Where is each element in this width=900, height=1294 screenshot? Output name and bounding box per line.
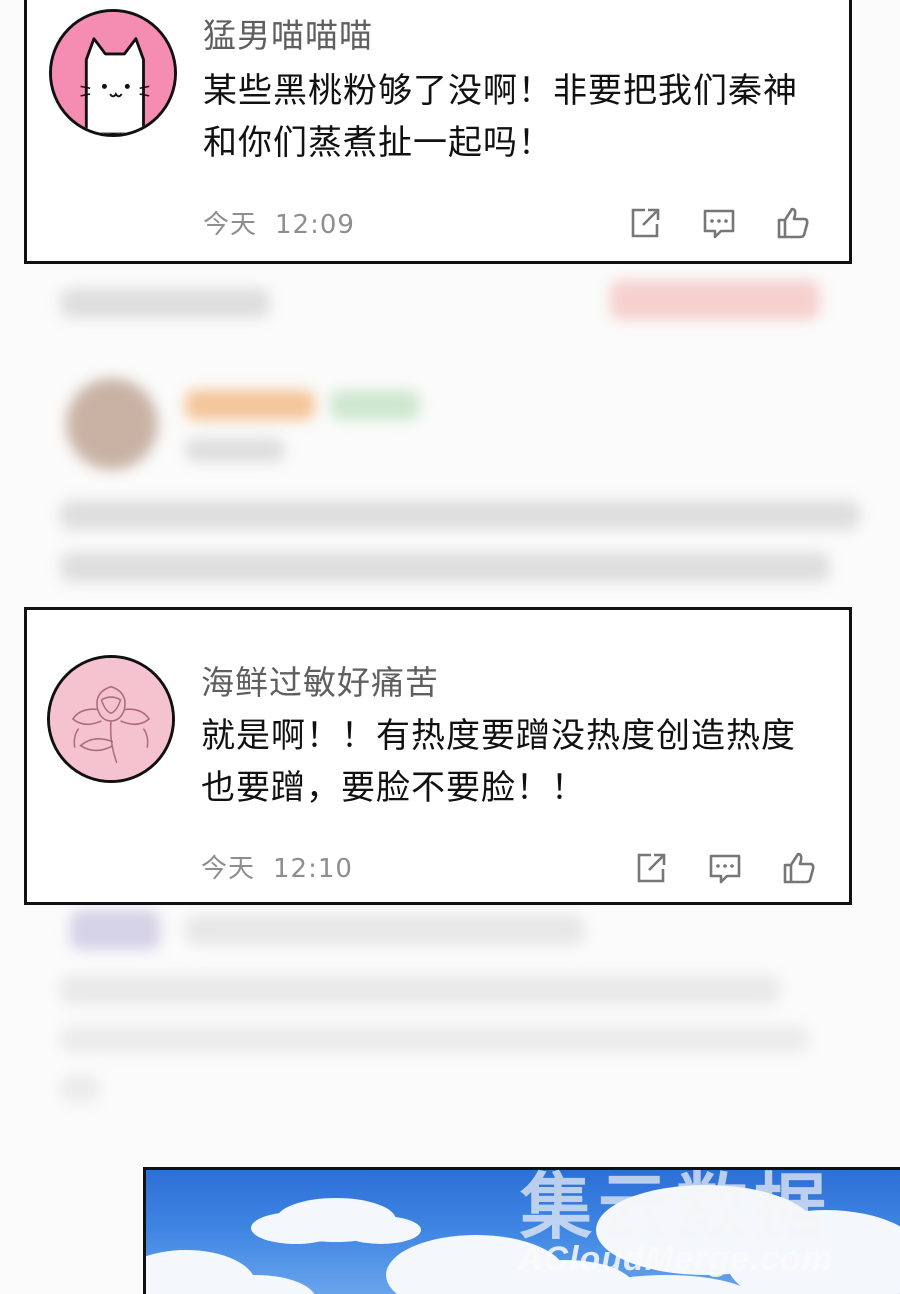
share-icon[interactable] [633,850,669,886]
white-cat-icon [52,12,174,134]
reply-icon[interactable] [707,850,743,886]
comment-time: 12:10 [273,854,353,884]
username[interactable]: 海鲜过敏好痛苦 [201,656,439,704]
like-icon[interactable] [781,850,817,886]
like-icon[interactable] [775,205,811,241]
pink-rose-icon [50,658,172,780]
comment-meta: 今天 12:10 [201,848,353,885]
comment-card: 猛男喵喵喵 某些黑桃粉够了没啊！非要把我们秦神和你们蒸煮扯一起吗！ 今天 12:0… [24,0,852,264]
watermark-url: ACloudMerge.com [518,1240,834,1278]
comment-text: 就是啊！！有热度要蹭没热度创造热度也要蹭，要脸不要脸！！ [201,716,796,808]
reply-icon[interactable] [701,205,737,241]
username[interactable]: 猛男喵喵喵 [203,9,373,57]
comment-date: 今天 [203,210,258,240]
comment-date: 今天 [201,854,256,884]
comment-time: 12:09 [275,210,355,240]
comment-text: 某些黑桃粉够了没啊！非要把我们秦神和你们蒸煮扯一起吗！ [203,71,798,163]
comment-card: 海鲜过敏好痛苦 就是啊！！有热度要蹭没热度创造热度也要蹭，要脸不要脸！！ 今天 1… [24,607,852,905]
avatar[interactable] [49,9,177,137]
avatar[interactable] [47,655,175,783]
watermark-logo: 集云数据 [520,1164,833,1249]
share-icon[interactable] [627,205,663,241]
comment-actions [633,850,817,886]
comment-actions [627,205,811,241]
comment-meta: 今天 12:09 [203,204,355,241]
